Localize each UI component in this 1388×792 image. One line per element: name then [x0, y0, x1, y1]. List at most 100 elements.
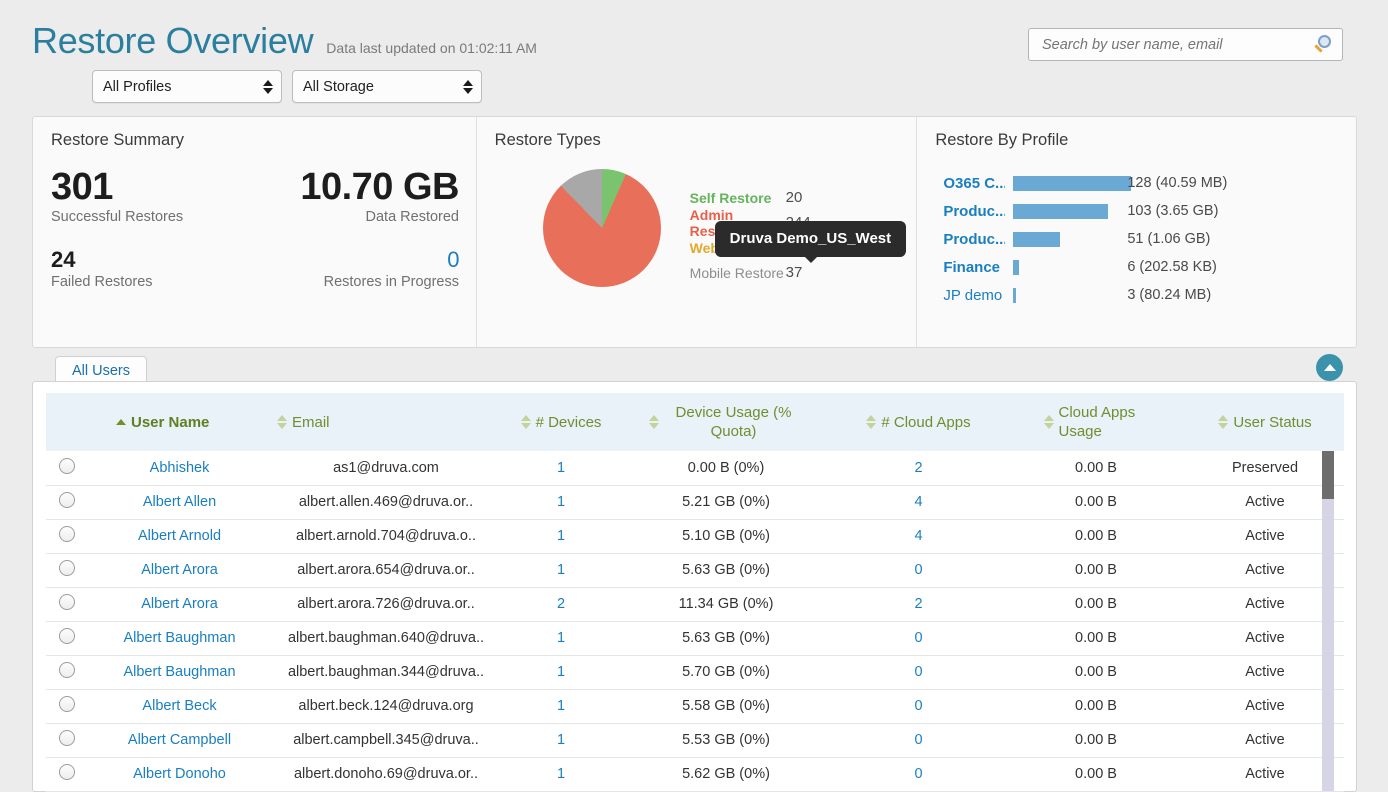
row-select-cell[interactable] [46, 553, 88, 587]
sort-icon[interactable] [649, 415, 659, 429]
cell-user-name[interactable]: Albert Arnold [88, 519, 271, 553]
cell-cloud-apps[interactable]: 4 [831, 519, 1006, 553]
cell-user-name[interactable]: Albert Baughman [88, 621, 271, 655]
table-row[interactable]: Albert Aroraalbert.arora.654@druva.or..1… [46, 553, 1344, 587]
sort-icon[interactable] [1044, 415, 1054, 429]
devices-link[interactable]: 2 [557, 596, 565, 612]
devices-link[interactable]: 1 [557, 766, 565, 782]
row-select-cell[interactable] [46, 519, 88, 553]
user-name-link[interactable]: Abhishek [150, 460, 210, 476]
cell-cloud-apps[interactable]: 0 [831, 757, 1006, 791]
profile-bar-row[interactable]: O365 C...128 (40.59 MB) [943, 169, 1343, 197]
cell-devices[interactable]: 1 [501, 451, 621, 485]
storage-filter-select[interactable]: All Storage [292, 70, 482, 103]
profile-name[interactable]: Produc... [943, 231, 1005, 248]
row-select-cell[interactable] [46, 655, 88, 689]
devices-link[interactable]: 1 [557, 698, 565, 714]
row-radio-button[interactable] [59, 492, 75, 508]
cell-cloud-apps[interactable]: 0 [831, 723, 1006, 757]
row-radio-button[interactable] [59, 696, 75, 712]
cloud-apps-link[interactable]: 4 [914, 494, 922, 510]
devices-link[interactable]: 1 [557, 494, 565, 510]
cell-user-name[interactable]: Albert Allen [88, 485, 271, 519]
row-select-cell[interactable] [46, 587, 88, 621]
row-radio-button[interactable] [59, 730, 75, 746]
cell-devices[interactable]: 1 [501, 621, 621, 655]
cloud-apps-link[interactable]: 0 [914, 562, 922, 578]
cell-devices[interactable]: 1 [501, 723, 621, 757]
table-row[interactable]: Albert Arnoldalbert.arnold.704@druva.o..… [46, 519, 1344, 553]
cell-user-name[interactable]: Abhishek [88, 451, 271, 485]
scrollbar-track[interactable] [1322, 499, 1334, 791]
devices-link[interactable]: 1 [557, 630, 565, 646]
pie-slices[interactable] [543, 169, 661, 287]
cloud-apps-link[interactable]: 4 [914, 528, 922, 544]
legend-item[interactable]: Mobile Restore 37 [690, 260, 811, 285]
search-input[interactable] [1040, 36, 1312, 54]
user-name-link[interactable]: Albert Baughman [123, 664, 235, 680]
cloud-apps-link[interactable]: 0 [914, 664, 922, 680]
user-name-link[interactable]: Albert Arnold [138, 528, 221, 544]
table-row[interactable]: Abhishekas1@druva.com10.00 B (0%)20.00 B… [46, 451, 1344, 485]
cloud-apps-link[interactable]: 0 [914, 766, 922, 782]
cell-user-name[interactable]: Albert Campbell [88, 723, 271, 757]
cell-cloud-apps[interactable]: 4 [831, 485, 1006, 519]
cell-devices[interactable]: 1 [501, 689, 621, 723]
cell-devices[interactable]: 1 [501, 519, 621, 553]
cell-devices[interactable]: 2 [501, 587, 621, 621]
table-row[interactable]: Albert Beckalbert.beck.124@druva.org15.5… [46, 689, 1344, 723]
table-row[interactable]: Albert Baughmanalbert.baughman.640@druva… [46, 621, 1344, 655]
cell-devices[interactable]: 1 [501, 485, 621, 519]
cloud-apps-link[interactable]: 2 [914, 596, 922, 612]
cell-devices[interactable]: 1 [501, 757, 621, 791]
row-select-cell[interactable] [46, 485, 88, 519]
profile-name[interactable]: JP demo [943, 287, 1005, 304]
profile-bar-row[interactable]: Produc...51 (1.06 GB) [943, 225, 1343, 253]
sort-icon[interactable] [866, 415, 876, 429]
sort-icon[interactable] [1218, 415, 1228, 429]
table-row[interactable]: Albert Aroraalbert.arora.726@druva.or..2… [46, 587, 1344, 621]
row-radio-button[interactable] [59, 458, 75, 474]
cell-cloud-apps[interactable]: 2 [831, 451, 1006, 485]
sort-icon[interactable] [521, 415, 531, 429]
devices-link[interactable]: 1 [557, 460, 565, 476]
collapse-toggle-button[interactable] [1316, 354, 1343, 381]
row-select-cell[interactable] [46, 689, 88, 723]
cell-user-name[interactable]: Albert Baughman [88, 655, 271, 689]
cell-cloud-apps[interactable]: 0 [831, 621, 1006, 655]
devices-link[interactable]: 1 [557, 664, 565, 680]
row-select-cell[interactable] [46, 451, 88, 485]
table-vertical-scrollbar[interactable] [1322, 451, 1334, 791]
cell-devices[interactable]: 1 [501, 553, 621, 587]
cell-cloud-apps[interactable]: 0 [831, 689, 1006, 723]
user-name-link[interactable]: Albert Arora [141, 596, 218, 612]
row-radio-button[interactable] [59, 764, 75, 780]
row-select-cell[interactable] [46, 757, 88, 791]
cell-user-name[interactable]: Albert Beck [88, 689, 271, 723]
profile-bar-row[interactable]: Finance6 (202.58 KB) [943, 253, 1343, 281]
column-header-device-usage[interactable]: Device Usage (% Quota) [621, 393, 831, 451]
profile-bar-row[interactable]: Produc...103 (3.65 GB) [943, 197, 1343, 225]
row-select-cell[interactable] [46, 723, 88, 757]
column-header-devices[interactable]: # Devices [501, 393, 621, 451]
column-header-user-name[interactable]: User Name [88, 393, 271, 451]
cell-devices[interactable]: 1 [501, 655, 621, 689]
profile-name[interactable]: Finance [943, 259, 1005, 276]
sort-ascending-icon[interactable] [116, 419, 126, 425]
cell-user-name[interactable]: Albert Arora [88, 553, 271, 587]
cell-cloud-apps[interactable]: 0 [831, 553, 1006, 587]
profile-name[interactable]: O365 C... [943, 175, 1005, 192]
column-header-cloud-apps[interactable]: # Cloud Apps [831, 393, 1006, 451]
sort-icon[interactable] [277, 415, 287, 429]
user-name-link[interactable]: Albert Allen [143, 494, 216, 510]
cell-cloud-apps[interactable]: 0 [831, 655, 1006, 689]
row-radio-button[interactable] [59, 594, 75, 610]
profile-bar-row[interactable]: JP demo3 (80.24 MB) [943, 281, 1343, 309]
cloud-apps-link[interactable]: 0 [914, 698, 922, 714]
cell-user-name[interactable]: Albert Donoho [88, 757, 271, 791]
cloud-apps-link[interactable]: 0 [914, 732, 922, 748]
devices-link[interactable]: 1 [557, 528, 565, 544]
devices-link[interactable]: 1 [557, 732, 565, 748]
restore-types-piechart[interactable] [543, 169, 661, 287]
search-box[interactable] [1028, 28, 1343, 61]
